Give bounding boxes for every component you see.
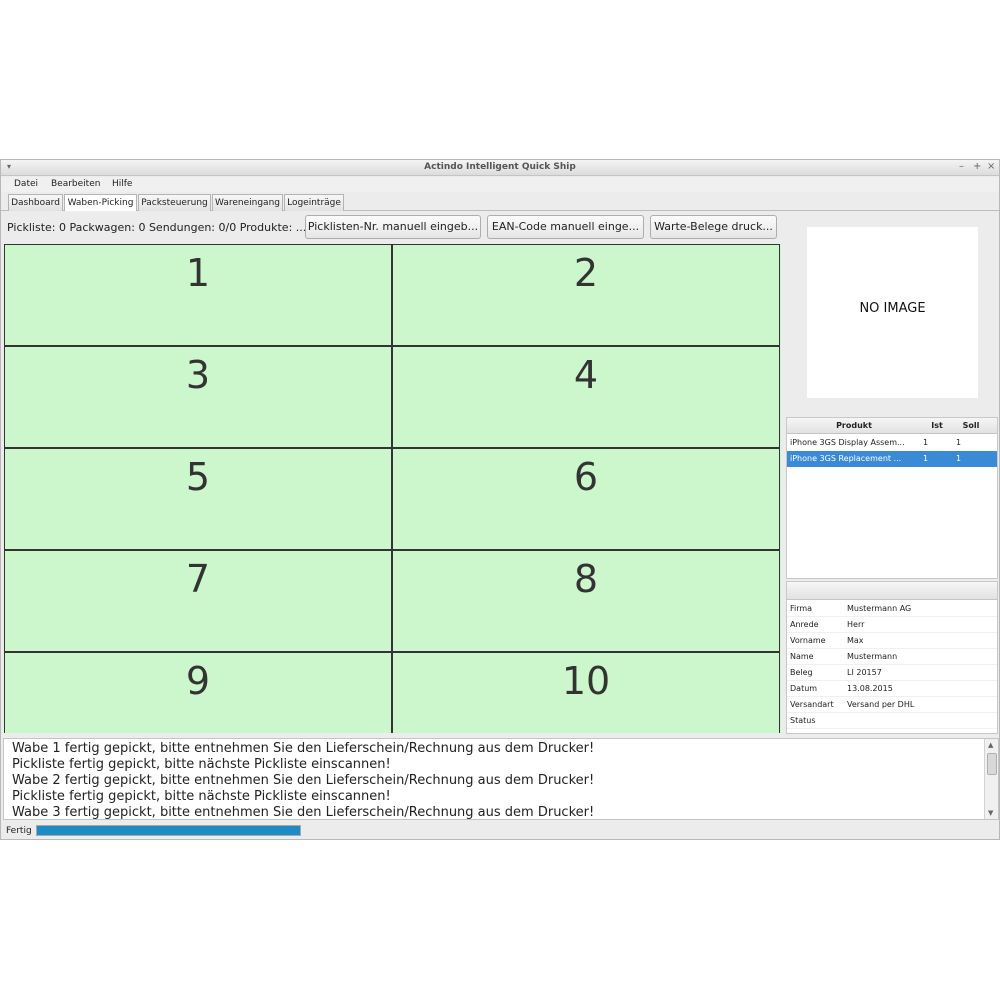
print-pending-button[interactable]: Warte-Belege druck...: [650, 215, 777, 239]
menu-hilfe[interactable]: Hilfe: [112, 179, 132, 189]
menu-bearbeiten[interactable]: Bearbeiten: [51, 179, 100, 189]
product-image: NO IMAGE: [807, 227, 978, 398]
title-bar[interactable]: ▾ Actindo Intelligent Quick Ship – + ×: [1, 160, 999, 176]
status-label: Fertig: [6, 826, 32, 836]
wabe-number: 10: [561, 659, 611, 703]
picking-toolbar: Pickliste: 0 Packwagen: 0 Sendungen: 0/0…: [1, 212, 784, 244]
wabe-cell-7[interactable]: 7: [4, 550, 392, 652]
field-value: Mustermann: [847, 652, 898, 661]
table-row[interactable]: Datum 13.08.2015: [787, 681, 997, 697]
menu-datei[interactable]: Datei: [14, 179, 38, 189]
progress-fill: [37, 826, 300, 835]
table-row[interactable]: Versandart Versand per DHL: [787, 697, 997, 713]
picklist-manual-button[interactable]: Picklisten-Nr. manuell eingeb...: [305, 215, 481, 239]
field-key: Vorname: [790, 636, 826, 645]
wabe-number: 9: [185, 659, 211, 703]
wabe-cell-6[interactable]: 6: [392, 448, 780, 550]
wabe-number: 7: [185, 557, 211, 601]
field-value: LI 20157: [847, 668, 882, 677]
tab-bar: Dashboard Waben-Picking Packsteuerung Wa…: [1, 193, 999, 211]
field-key: Firma: [790, 604, 813, 613]
table-row[interactable]: Firma Mustermann AG: [787, 601, 997, 617]
product-name: iPhone 3GS Replacement ...: [790, 454, 902, 463]
menu-bar: Datei Bearbeiten Hilfe: [1, 177, 999, 192]
status-bar: Fertig: [1, 822, 999, 839]
product-soll: 1: [956, 454, 962, 463]
wabe-number: 1: [185, 251, 211, 295]
table-row[interactable]: iPhone 3GS Display Assem... 1 1: [787, 435, 997, 451]
field-value: Mustermann AG: [847, 604, 912, 613]
field-key: Name: [790, 652, 814, 661]
window-title: Actindo Intelligent Quick Ship: [424, 162, 576, 172]
app-window: ▾ Actindo Intelligent Quick Ship – + × D…: [0, 159, 1000, 840]
header-ist[interactable]: Ist: [921, 421, 953, 430]
wabe-cell-1[interactable]: 1: [4, 244, 392, 346]
wabe-number: 5: [185, 455, 211, 499]
wabe-number: 3: [185, 353, 211, 397]
log-line: Wabe 1 fertig gepickt, bitte entnehmen S…: [12, 741, 595, 756]
progress-bar: [36, 825, 301, 836]
product-ist: 1: [923, 454, 929, 463]
log-line: Pickliste fertig gepickt, bitte nächste …: [12, 789, 391, 804]
field-key: Anrede: [790, 620, 819, 629]
product-table[interactable]: Produkt Ist Soll iPhone 3GS Display Asse…: [786, 417, 998, 579]
log-line: Wabe 2 fertig gepickt, bitte entnehmen S…: [12, 773, 595, 788]
wabe-cell-9[interactable]: 9: [4, 652, 392, 733]
field-value: Versand per DHL: [847, 700, 915, 709]
scroll-up-icon[interactable]: ▲: [988, 741, 993, 749]
tab-waben-picking[interactable]: Waben-Picking: [64, 194, 137, 211]
table-row[interactable]: Anrede Herr: [787, 617, 997, 633]
product-soll: 1: [956, 438, 962, 447]
table-row[interactable]: Name Mustermann: [787, 649, 997, 665]
header-soll[interactable]: Soll: [953, 421, 989, 430]
customer-table[interactable]: Firma Mustermann AG Anrede Herr Vorname Max…: [786, 581, 998, 734]
log-line: Wabe 3 fertig gepickt, bitte entnehmen S…: [12, 805, 595, 820]
field-value: Max: [847, 636, 864, 645]
waben-grid: 1 2 3 4 5 6 7 8 9 10: [4, 244, 781, 733]
tab-packsteuerung[interactable]: Packsteuerung: [138, 194, 211, 211]
field-key: Beleg: [790, 668, 813, 677]
wabe-cell-4[interactable]: 4: [392, 346, 780, 448]
table-row-selected[interactable]: iPhone 3GS Replacement ... 1 1: [787, 451, 997, 467]
tab-wareneingang[interactable]: Wareneingang: [212, 194, 283, 211]
table-row[interactable]: Status: [787, 713, 997, 729]
scrollbar-thumb[interactable]: [987, 753, 997, 775]
detail-panel: NO IMAGE Produkt Ist Soll iPhone 3GS Dis…: [786, 212, 999, 734]
product-table-header: Produkt Ist Soll: [787, 418, 997, 434]
wabe-cell-3[interactable]: 3: [4, 346, 392, 448]
table-row[interactable]: Vorname Max: [787, 633, 997, 649]
wabe-cell-10[interactable]: 10: [392, 652, 780, 733]
log-scrollbar[interactable]: ▲ ▼: [984, 739, 998, 819]
field-key: Versandart: [790, 700, 834, 709]
wabe-number: 2: [573, 251, 599, 295]
wabe-number: 4: [573, 353, 599, 397]
maximize-icon[interactable]: +: [973, 161, 981, 172]
message-log[interactable]: Wabe 1 fertig gepickt, bitte entnehmen S…: [3, 738, 999, 820]
no-image-label: NO IMAGE: [859, 301, 926, 316]
header-produkt[interactable]: Produkt: [787, 421, 921, 430]
field-value: 13.08.2015: [847, 684, 893, 693]
wabe-number: 6: [573, 455, 599, 499]
log-line: Pickliste fertig gepickt, bitte nächste …: [12, 757, 391, 772]
log-lines: Wabe 1 fertig gepickt, bitte entnehmen S…: [12, 741, 595, 820]
wabe-cell-5[interactable]: 5: [4, 448, 392, 550]
product-ist: 1: [923, 438, 929, 447]
wabe-number: 8: [573, 557, 599, 601]
wabe-cell-8[interactable]: 8: [392, 550, 780, 652]
minimize-icon[interactable]: –: [959, 161, 964, 172]
scroll-down-icon[interactable]: ▼: [988, 809, 993, 817]
close-icon[interactable]: ×: [987, 161, 995, 172]
picklist-status: Pickliste: 0 Packwagen: 0 Sendungen: 0/0…: [7, 221, 307, 234]
table-row[interactable]: Beleg LI 20157: [787, 665, 997, 681]
product-image-panel: NO IMAGE: [786, 212, 999, 415]
wabe-cell-2[interactable]: 2: [392, 244, 780, 346]
ean-manual-button[interactable]: EAN-Code manuell einge...: [487, 215, 644, 239]
tab-logeintraege[interactable]: Logeinträge: [284, 194, 344, 211]
field-value: Herr: [847, 620, 865, 629]
product-name: iPhone 3GS Display Assem...: [790, 438, 905, 447]
customer-table-header: [787, 582, 997, 600]
field-key: Status: [790, 716, 816, 725]
tab-dashboard[interactable]: Dashboard: [8, 194, 63, 211]
field-key: Datum: [790, 684, 818, 693]
